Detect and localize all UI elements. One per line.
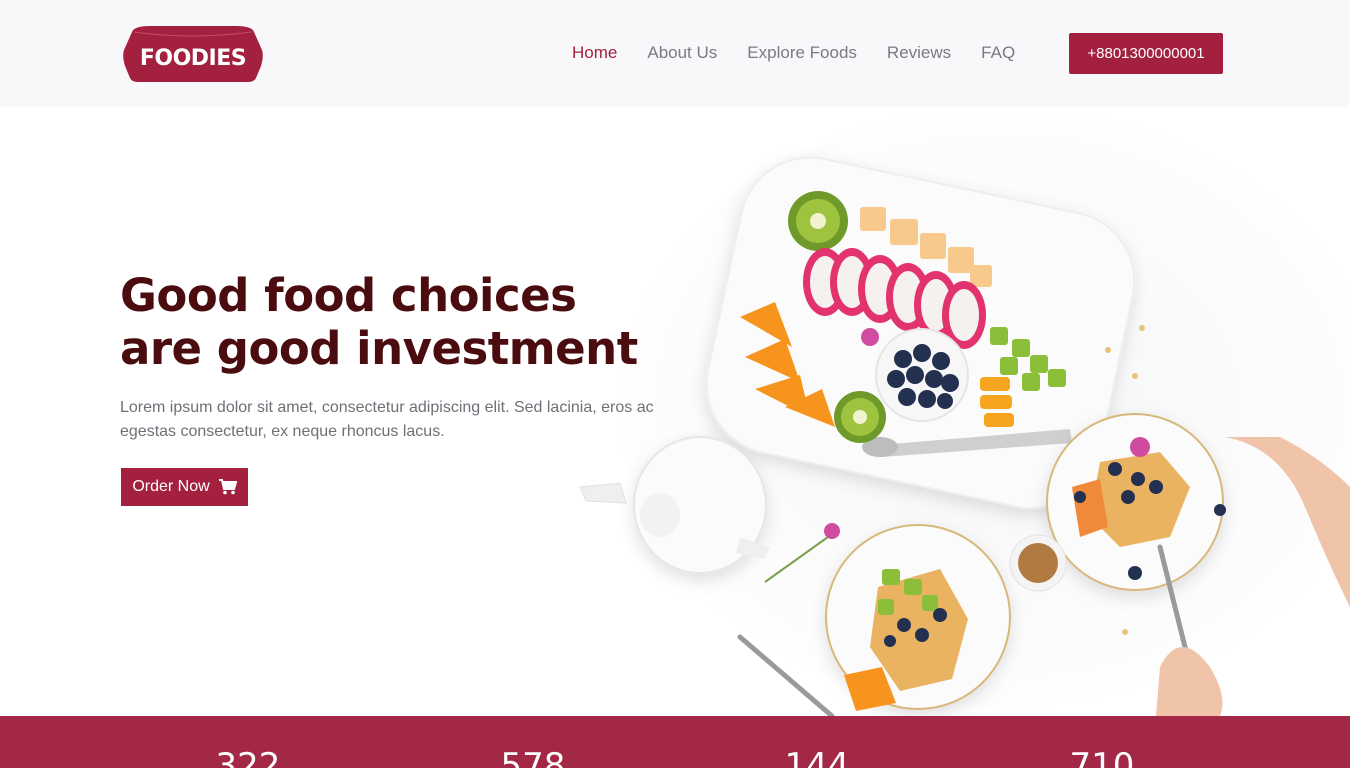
hero-section: Good food choices are good investment Lo… [0, 107, 1350, 716]
foodies-logo[interactable]: FOODIES [120, 22, 266, 84]
stat-value: 578 [500, 746, 566, 768]
nav-home[interactable]: Home [572, 43, 617, 63]
logo-text: FOODIES [139, 45, 247, 71]
stat-value: 710 [1069, 746, 1135, 768]
order-now-label: Order Now [132, 478, 210, 495]
nav-faq[interactable]: FAQ [981, 43, 1015, 63]
order-now-button[interactable]: Order Now [121, 468, 248, 506]
stat-value: 322 [215, 746, 281, 768]
site-header: FOODIES Home About Us Explore Foods Revi… [0, 0, 1350, 107]
hero-title-line2: are good investment [120, 322, 638, 375]
cart-icon [218, 479, 237, 495]
hero-title-line1: Good food choices [120, 269, 577, 322]
nav-about-us[interactable]: About Us [647, 43, 717, 63]
food-spread-image [560, 107, 1350, 716]
hero-title: Good food choices are good investment [120, 269, 680, 375]
main-nav: Home About Us Explore Foods Reviews FAQ [572, 33, 1045, 73]
nav-reviews[interactable]: Reviews [887, 43, 951, 63]
nav-explore-foods[interactable]: Explore Foods [747, 43, 857, 63]
hero-description: Lorem ipsum dolor sit amet, consectetur … [120, 399, 654, 440]
stat-value: 144 [784, 746, 850, 768]
phone-button[interactable]: +8801300000001 [1069, 33, 1223, 74]
stats-band: 322 578 144 710 [0, 716, 1350, 768]
